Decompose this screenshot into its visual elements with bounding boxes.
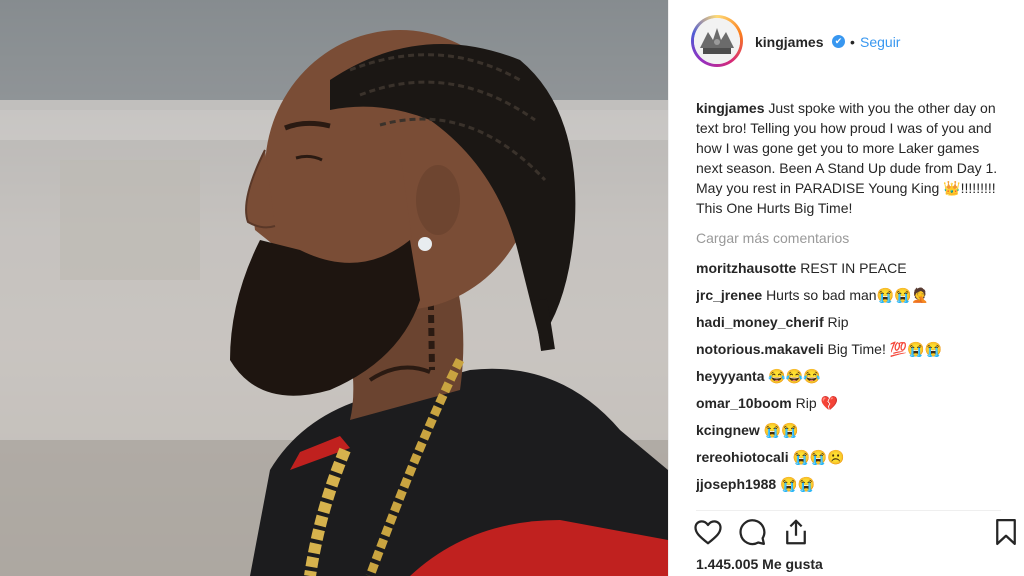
comment-username[interactable]: kcingnew xyxy=(696,422,760,438)
post-actions-bar xyxy=(669,512,1024,552)
comment-text: REST IN PEACE xyxy=(800,260,907,276)
comment-text: Rip 💔 xyxy=(795,395,838,411)
comment-text: 😂😂😂 xyxy=(768,368,821,384)
comment-item: hadi_money_cherif Rip xyxy=(696,312,1001,332)
comment-username[interactable]: jjoseph1988 xyxy=(696,476,776,492)
comment-bubble-icon[interactable] xyxy=(737,517,767,547)
comment-item: heyyyanta 😂😂😂 xyxy=(696,366,1001,386)
comment-text: 😭😭 xyxy=(780,476,815,492)
post-side-panel: kingjames ✔ • Seguir kingjames Just spok… xyxy=(668,0,1024,576)
comment-username[interactable]: heyyyanta xyxy=(696,368,764,384)
actions-divider xyxy=(696,510,1001,511)
bookmark-icon[interactable] xyxy=(991,517,1021,547)
comment-text: 😭😭 xyxy=(763,422,799,438)
likes-count[interactable]: 1.445.005 Me gusta xyxy=(696,556,823,572)
post-header: kingjames ✔ • Seguir xyxy=(669,0,1024,86)
load-more-comments-button[interactable]: Cargar más comentarios xyxy=(696,228,1001,248)
post-photo[interactable] xyxy=(0,0,668,576)
follow-button[interactable]: Seguir xyxy=(860,34,900,50)
comment-username[interactable]: omar_10boom xyxy=(696,395,792,411)
caption-username[interactable]: kingjames xyxy=(696,100,764,116)
comment-item: omar_10boom Rip 💔 xyxy=(696,393,1001,413)
comment-item: notorious.makaveli Big Time! 💯😭😭 xyxy=(696,339,1001,359)
avatar-story-ring[interactable] xyxy=(691,15,743,67)
comment-username[interactable]: hadi_money_cherif xyxy=(696,314,824,330)
comment-text: Big Time! 💯😭😭 xyxy=(827,341,943,357)
comments-list[interactable]: kingjames Just spoke with you the other … xyxy=(696,98,1001,510)
comment-username[interactable]: jrc_jrenee xyxy=(696,287,762,303)
comment-text: Rip xyxy=(827,314,849,330)
caption-text: Just spoke with you the other day on tex… xyxy=(696,100,998,216)
comment-item: moritzhausotte REST IN PEACE xyxy=(696,258,1001,278)
comment-item: jjoseph1988 😭😭 xyxy=(696,474,1001,494)
comment-item: kcingnew 😭😭 xyxy=(696,420,1001,440)
photo-illustration xyxy=(0,0,668,576)
comment-username[interactable]: rereohiotocali xyxy=(696,449,789,465)
share-upload-icon[interactable] xyxy=(781,517,811,547)
comment-text: 😭😭☹️ xyxy=(792,449,845,465)
comment-item: rereohiotocali 😭😭☹️ xyxy=(696,447,1001,467)
heart-icon[interactable] xyxy=(693,517,723,547)
comment-username[interactable]: notorious.makaveli xyxy=(696,341,824,357)
header-username[interactable]: kingjames xyxy=(755,34,823,50)
comment-username[interactable]: moritzhausotte xyxy=(696,260,796,276)
header-separator: • xyxy=(850,34,855,50)
post-caption: kingjames Just spoke with you the other … xyxy=(696,98,1001,218)
verified-badge-icon: ✔ xyxy=(832,35,845,48)
comment-item: jrc_jrenee Hurts so bad man😭😭🤦 xyxy=(696,285,1001,305)
avatar-image xyxy=(694,18,740,64)
avatar[interactable] xyxy=(694,18,740,64)
comment-text: Hurts so bad man😭😭🤦 xyxy=(766,287,929,303)
